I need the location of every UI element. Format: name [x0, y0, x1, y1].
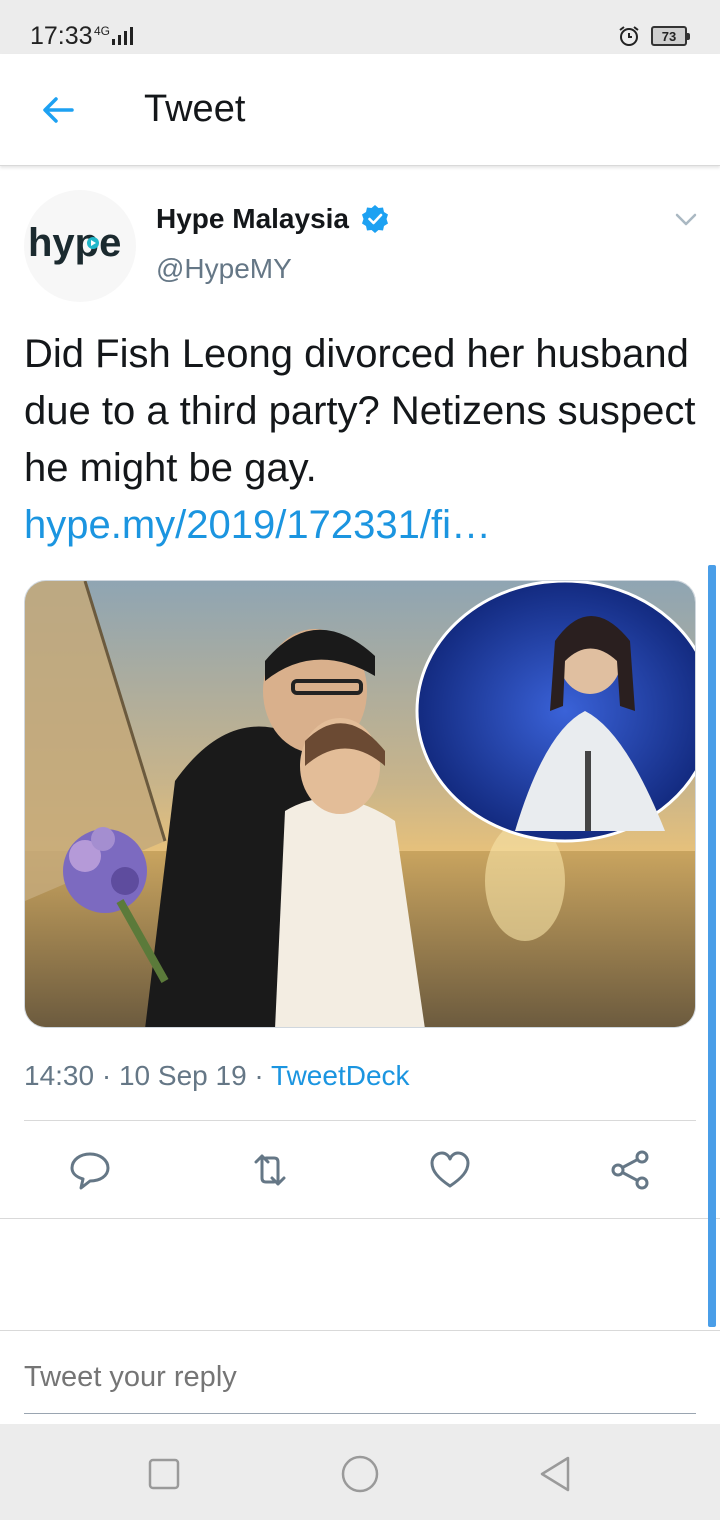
status-bar: 17:33 4G 73 — [0, 0, 720, 54]
battery-level: 73 — [651, 26, 687, 46]
tweet-link[interactable]: hype.my/2019/172331/fi… — [24, 497, 704, 554]
reply-icon[interactable] — [68, 1148, 112, 1192]
tweet-body: Did Fish Leong divorced her husband due … — [24, 332, 696, 490]
divider — [0, 1218, 720, 1219]
tweet-actions — [0, 1140, 720, 1200]
back-button[interactable] — [534, 1452, 578, 1496]
author-name[interactable]: Hype Malaysia — [156, 203, 349, 235]
avatar[interactable]: hype — [24, 190, 136, 302]
share-icon[interactable] — [608, 1148, 652, 1192]
scrollbar[interactable] — [708, 565, 716, 1327]
tweet-image[interactable] — [24, 580, 696, 1028]
retweet-icon[interactable] — [248, 1148, 292, 1192]
tweet-meta: 14:30 · 10 Sep 19 · TweetDeck — [24, 1060, 410, 1091]
chevron-down-icon[interactable] — [672, 206, 700, 234]
home-button[interactable] — [338, 1452, 382, 1496]
reply-input[interactable] — [24, 1361, 696, 1394]
svg-text:hype: hype — [28, 221, 121, 265]
tweet-date: 10 Sep 19 — [118, 1060, 247, 1091]
tweet-time: 14:30 — [24, 1060, 95, 1091]
reply-bar — [0, 1330, 720, 1424]
signal-icon — [112, 27, 133, 45]
reply-underline — [24, 1413, 696, 1414]
tweet-source[interactable]: TweetDeck — [271, 1060, 410, 1091]
tweet-text: Did Fish Leong divorced her husband due … — [24, 326, 704, 554]
back-arrow-icon[interactable] — [38, 90, 78, 130]
status-time: 17:33 — [30, 22, 93, 50]
network-type: 4G — [94, 24, 111, 38]
page-title: Tweet — [144, 88, 246, 130]
recents-button[interactable] — [142, 1452, 186, 1496]
battery-icon: 73 — [651, 26, 690, 46]
system-nav-bar — [0, 1424, 720, 1520]
app-header: Tweet — [0, 54, 720, 166]
like-icon[interactable] — [428, 1148, 472, 1192]
divider — [24, 1120, 696, 1121]
verified-icon — [362, 205, 388, 233]
alarm-icon — [619, 26, 639, 46]
author-handle[interactable]: @HypeMY — [156, 253, 292, 285]
hype-logo: hype — [28, 221, 121, 265]
